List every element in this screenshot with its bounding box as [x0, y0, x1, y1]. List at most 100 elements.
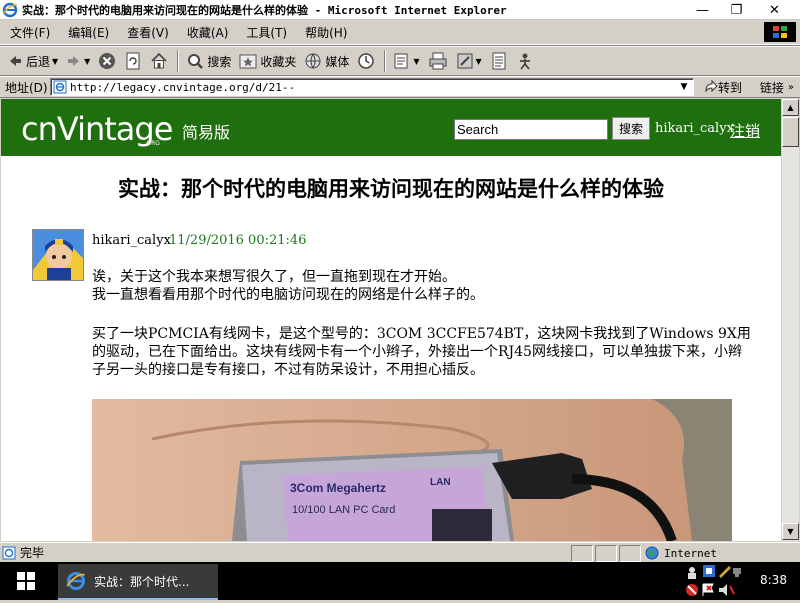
- status-bar: 完毕 Internet: [0, 542, 800, 562]
- address-dropdown-icon[interactable]: ▼: [677, 80, 691, 94]
- forward-dropdown-icon[interactable]: ▼: [84, 57, 90, 66]
- post-paragraph-1: 诶，关于这个我本来想写很久了，但一直拖到现在才开始。 我一直想看看用那个时代的电…: [92, 268, 754, 304]
- edition-label: 简易版: [181, 123, 230, 142]
- standard-toolbar: 后退 ▼ ▼ 搜索 收藏夹 媒体 ▼ ▼: [0, 46, 800, 76]
- address-bar: 地址(D) http://legacy.cnvintage.org/d/21--…: [0, 76, 800, 98]
- photo-model-text: 10/100 LAN PC Card: [292, 504, 395, 516]
- toolbar-separator: [384, 50, 387, 72]
- stop-icon: [99, 53, 116, 69]
- taskbar-clock[interactable]: 8:38: [760, 573, 787, 587]
- favorites-button[interactable]: 收藏夹: [236, 49, 299, 73]
- ie-window: 实战：那个时代的电脑用来访问现在的网站是什么样的体验 - Microsoft I…: [0, 0, 800, 562]
- links-chevron-icon: »: [787, 82, 794, 93]
- back-dropdown-icon[interactable]: ▼: [52, 57, 58, 66]
- address-input[interactable]: http://legacy.cnvintage.org/d/21-- ▼: [50, 78, 694, 96]
- site-logo[interactable]: cnVintage ORG 简易版: [21, 113, 230, 147]
- scroll-up-button[interactable]: ▲: [782, 99, 799, 116]
- network-tray-icon[interactable]: [733, 568, 741, 577]
- go-button[interactable]: 转到: [704, 79, 742, 96]
- menu-bar: 文件(F) 编辑(E) 查看(V) 收藏(A) 工具(T) 帮助(H): [0, 21, 800, 45]
- windows-flag-icon: [764, 22, 796, 42]
- zone-label: Internet: [664, 546, 717, 560]
- scroll-down-button[interactable]: ▼: [782, 523, 799, 540]
- go-arrow-icon: [705, 80, 718, 93]
- header-username: hikari_calyx: [655, 121, 734, 136]
- mail-button[interactable]: ▼: [390, 49, 422, 73]
- status-pane: [595, 545, 617, 562]
- ie-app-icon: [2, 2, 18, 17]
- post-date: 11/29/2016 00:21:46: [169, 233, 307, 248]
- site-search-button[interactable]: 搜索: [612, 117, 650, 140]
- maximize-button[interactable]: ❐: [720, 0, 753, 20]
- print-icon: [429, 52, 447, 70]
- system-tray: [683, 562, 743, 600]
- windows-logo-icon: [17, 572, 35, 590]
- security-zone: Internet: [645, 546, 717, 560]
- mail-icon: [394, 53, 408, 69]
- minimize-button[interactable]: —: [686, 0, 719, 20]
- menu-edit[interactable]: 编辑(E): [62, 22, 115, 43]
- edit-dropdown-icon[interactable]: ▼: [476, 57, 482, 66]
- menu-help[interactable]: 帮助(H): [299, 22, 353, 43]
- avatar: [32, 229, 84, 281]
- menu-view[interactable]: 查看(V): [121, 22, 175, 43]
- forward-button[interactable]: ▼: [63, 49, 93, 73]
- page-icon: [53, 80, 67, 94]
- internet-globe-icon: [645, 546, 659, 560]
- back-arrow-icon: [10, 56, 21, 66]
- menu-tools[interactable]: 工具(T): [240, 22, 293, 43]
- photo-brand-text: 3Com Megahertz: [290, 481, 386, 495]
- site-search-input[interactable]: Search: [454, 119, 608, 140]
- start-button[interactable]: [0, 562, 52, 600]
- discuss-button[interactable]: [487, 49, 511, 73]
- search-label: 搜索: [207, 54, 232, 69]
- photo-lan-text: LAN: [430, 477, 451, 488]
- document-icon: [492, 52, 506, 70]
- post-paragraph-2: 买了一块PCMCIA有线网卡，是这个型号的：3COM 3CCFE574BT，这块…: [92, 326, 751, 378]
- user-tray-icon[interactable]: [688, 567, 696, 579]
- logout-link[interactable]: 注销: [730, 120, 760, 141]
- edit-button[interactable]: ▼: [453, 49, 485, 73]
- taskbar: 实战：那个时代... 8:38: [0, 562, 800, 600]
- media-button[interactable]: 媒体: [301, 49, 352, 73]
- search-button[interactable]: 搜索: [183, 49, 234, 73]
- favorites-star-icon: [239, 54, 257, 69]
- scroll-thumb[interactable]: [782, 117, 799, 147]
- post-author[interactable]: hikari_calyx: [92, 233, 171, 248]
- menu-favorites[interactable]: 收藏(A): [181, 22, 235, 43]
- page-viewport: cnVintage ORG 简易版 Search 搜索 hikari_calyx…: [1, 99, 781, 541]
- ime-tray-icon[interactable]: [703, 565, 715, 577]
- logo-org: ORG: [146, 140, 160, 147]
- page-done-icon: [2, 546, 16, 559]
- menu-file[interactable]: 文件(F): [4, 22, 56, 43]
- alert-tray-icon[interactable]: [686, 584, 698, 596]
- messenger-icon: [519, 53, 530, 70]
- ie-taskbar-icon: [66, 572, 85, 590]
- back-button[interactable]: 后退 ▼: [4, 49, 61, 73]
- media-globe-icon: [305, 53, 321, 69]
- title-bar: 实战：那个时代的电脑用来访问现在的网站是什么样的体验 - Microsoft I…: [0, 0, 800, 20]
- pen-tray-icon[interactable]: [719, 566, 731, 578]
- refresh-button[interactable]: [121, 49, 145, 73]
- print-button[interactable]: [425, 49, 451, 73]
- home-icon: [151, 52, 167, 69]
- article-title: 实战：那个时代的电脑用来访问现在的网站是什么样的体验: [118, 176, 664, 201]
- vertical-scrollbar[interactable]: ▲ ▼: [781, 99, 799, 541]
- favorites-label: 收藏夹: [260, 54, 297, 69]
- mail-dropdown-icon[interactable]: ▼: [413, 57, 419, 66]
- close-button[interactable]: ✕: [758, 0, 791, 20]
- taskbar-item-ie[interactable]: 实战：那个时代...: [58, 564, 218, 600]
- flag-tray-icon[interactable]: [702, 583, 714, 596]
- history-icon: [358, 53, 375, 69]
- home-button[interactable]: [147, 49, 171, 73]
- volume-tray-icon[interactable]: [719, 584, 735, 596]
- go-label: 转到: [718, 80, 743, 95]
- status-pane: [571, 545, 593, 562]
- post-line: 诶，关于这个我本来想写很久了，但一直拖到现在才开始。: [92, 269, 456, 285]
- history-button[interactable]: [354, 49, 378, 73]
- links-label: 链接: [759, 81, 784, 95]
- links-button[interactable]: 链接 »: [760, 79, 794, 96]
- stop-button[interactable]: [95, 49, 119, 73]
- messenger-button[interactable]: [513, 49, 537, 73]
- window-title: 实战：那个时代的电脑用来访问现在的网站是什么样的体验 - Microsoft I…: [22, 3, 507, 17]
